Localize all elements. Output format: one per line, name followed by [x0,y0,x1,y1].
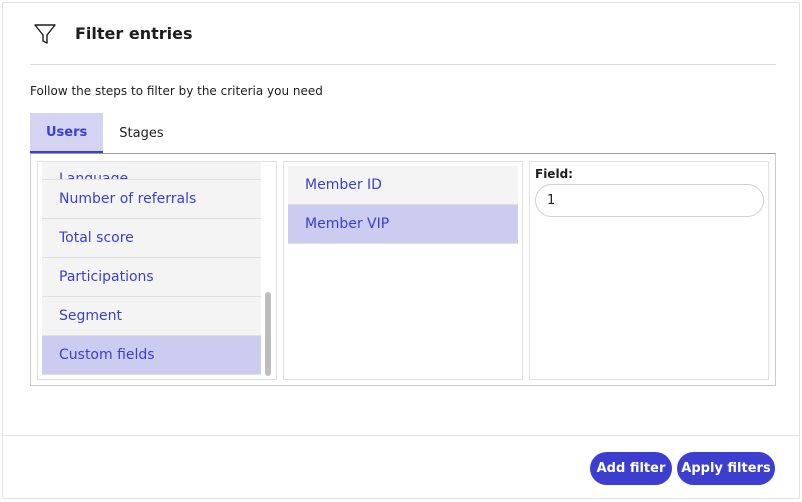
criteria-list: Language Number of referrals Total score… [42,162,261,375]
list-item-member-vip[interactable]: Member VIP [288,205,518,244]
modal-title: Filter entries [75,24,193,43]
value-column: Field: [529,161,769,380]
filter-icon [33,21,59,47]
tab-stages[interactable]: Stages [103,113,179,153]
fields-list-column: Member ID Member VIP [283,161,523,380]
criteria-scrollbar[interactable] [265,166,271,376]
field-value-input[interactable] [535,184,764,217]
list-item-participations[interactable]: Participations [42,258,261,297]
modal-header: Filter entries [30,3,776,65]
apply-filters-button[interactable]: Apply filters [677,452,775,485]
list-item-language[interactable]: Language [42,162,261,180]
fields-list: Member ID Member VIP [288,166,518,244]
scrollbar-thumb[interactable] [265,292,271,376]
add-filter-button[interactable]: Add filter [590,452,672,485]
list-item-segment[interactable]: Segment [42,297,261,336]
tab-bar: Users Stages [30,113,180,153]
list-item-custom-fields[interactable]: Custom fields [42,336,261,375]
list-item-number-of-referrals[interactable]: Number of referrals [42,180,261,219]
field-label: Field: [535,167,573,181]
filter-panel: Language Number of referrals Total score… [30,153,776,386]
criteria-list-column: Language Number of referrals Total score… [37,161,277,380]
instructions-text: Follow the steps to filter by the criter… [30,84,323,98]
list-item-total-score[interactable]: Total score [42,219,261,258]
modal-footer: Add filter Apply filters [3,435,799,499]
list-item-member-id[interactable]: Member ID [288,166,518,205]
filter-modal: Filter entries Follow the steps to filte… [2,2,800,499]
tab-users[interactable]: Users [30,113,104,153]
